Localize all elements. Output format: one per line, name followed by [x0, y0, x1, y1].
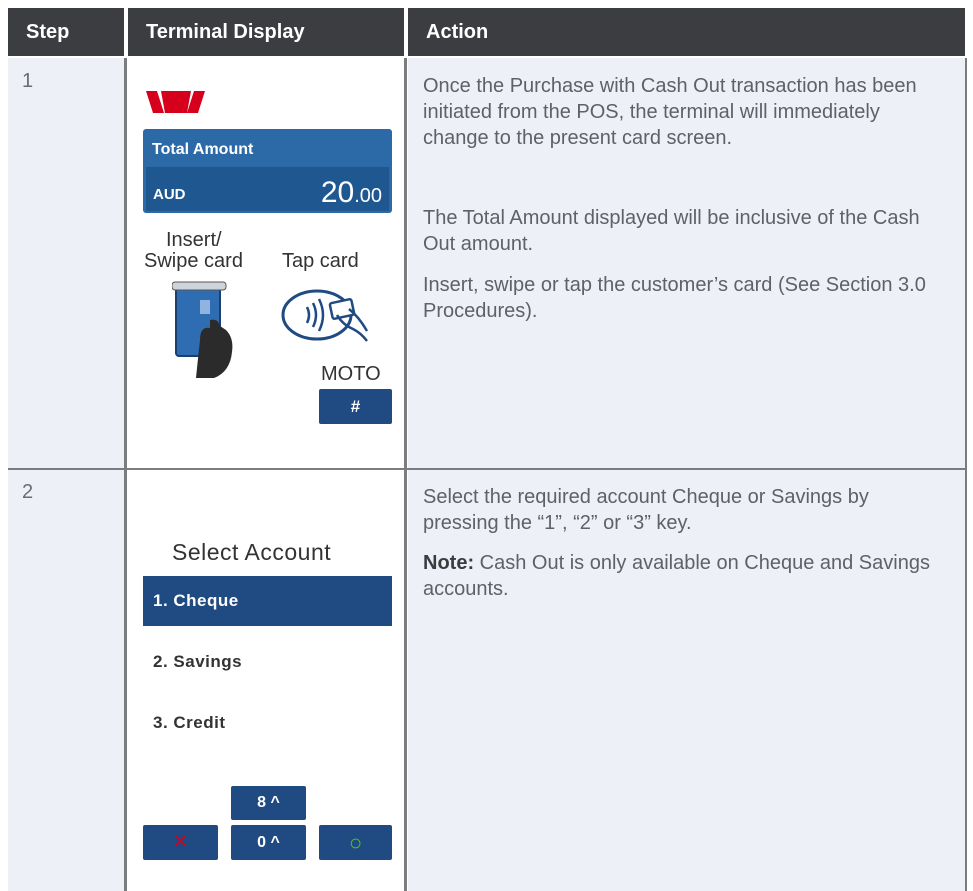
account-option-savings[interactable]: 2. Savings [143, 637, 392, 687]
step-number: 2 [22, 481, 34, 503]
account-option-cheque[interactable]: 1. Cheque [143, 576, 392, 626]
amount-value: 20.00 [321, 176, 382, 210]
total-amount-screen: Total Amount AUD 20.00 [143, 129, 392, 213]
action-paragraph: Insert, swipe or tap the customer’s card… [423, 274, 926, 322]
column-divider [124, 58, 127, 891]
scroll-up-key-label: 8 ^ [257, 794, 280, 811]
amount-cents: .00 [354, 185, 382, 207]
column-divider [404, 58, 407, 891]
note-paragraph: Note: Cash Out is only available on Cheq… [423, 550, 948, 602]
insert-label: Insert/ [166, 229, 222, 251]
scroll-down-key-label: 0 ^ [257, 834, 280, 851]
account-option-credit[interactable]: 3. Credit [143, 698, 392, 748]
ok-key-button[interactable]: ○ [319, 825, 392, 860]
cancel-key-button[interactable]: ✕ [143, 825, 218, 860]
tap-card-icon [281, 289, 369, 342]
note-label: Note: [423, 552, 475, 574]
table-border [965, 58, 967, 891]
action-paragraph: Once the Purchase with Cash Out transact… [423, 75, 917, 149]
row-divider [8, 468, 967, 470]
ok-circle-icon: ○ [348, 830, 363, 855]
currency-label: AUD [153, 186, 186, 203]
header-action: Action [408, 8, 965, 56]
tap-label: Tap card [282, 250, 359, 272]
total-amount-label: Total Amount [152, 141, 254, 158]
procedure-table: Step Terminal Display Action 1 2 Total A… [0, 0, 973, 891]
header-step: Step [8, 8, 124, 56]
westpac-logo-icon [146, 91, 205, 113]
amount-whole: 20 [320, 176, 355, 209]
swipe-label: Swipe card [144, 250, 243, 272]
row2-step-cell [8, 470, 124, 891]
note-text: Cash Out is only available on Cheque and… [423, 552, 930, 600]
hash-key-button[interactable]: # [319, 389, 392, 424]
action-paragraph: The Total Amount displayed will be inclu… [423, 207, 920, 255]
select-account-title: Select Account [172, 539, 332, 565]
scroll-up-key-button[interactable]: 8 ^ [231, 786, 306, 820]
action-paragraph: Select the required account Cheque or Sa… [423, 486, 869, 534]
moto-label: MOTO [321, 363, 381, 385]
row1-step-cell [8, 58, 124, 468]
scroll-down-key-button[interactable]: 0 ^ [231, 825, 306, 860]
header-terminal-display: Terminal Display [128, 8, 404, 56]
step-number: 1 [22, 70, 34, 92]
cancel-x-icon: ✕ [172, 831, 189, 853]
insert-card-icon [172, 281, 233, 378]
